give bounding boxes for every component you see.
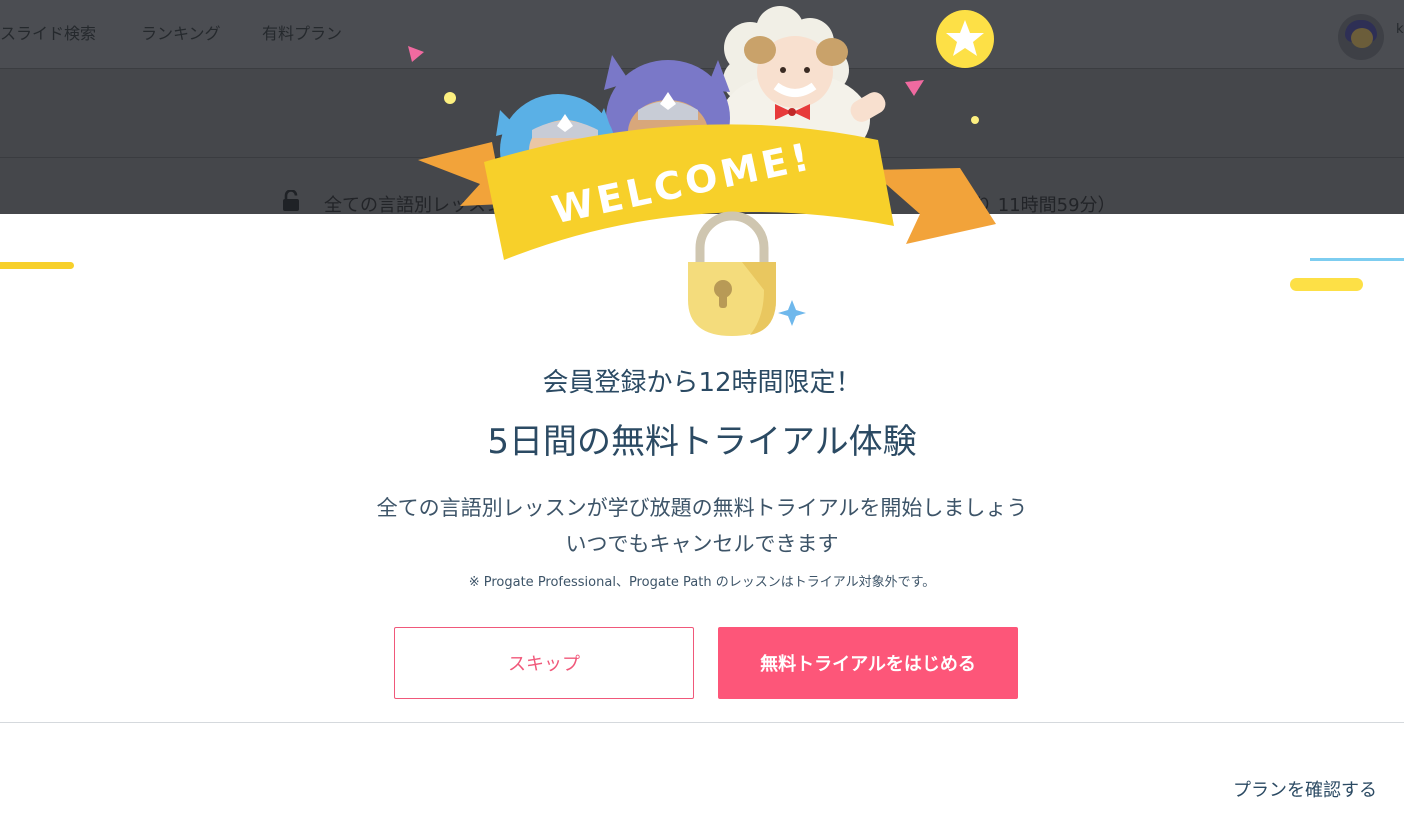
start-trial-button[interactable]: 無料トライアルをはじめる (718, 627, 1018, 699)
confetti-triangle (408, 46, 424, 62)
avatar-face (1351, 28, 1373, 48)
sparkle-icon (778, 300, 806, 326)
view-plans-link[interactable]: プランを確認する (1233, 776, 1377, 802)
nav-slide-search[interactable]: スライド検索 (0, 20, 96, 44)
padlock-icon (688, 211, 776, 336)
nav-ranking[interactable]: ランキング (141, 20, 221, 44)
confetti-triangle (905, 80, 924, 96)
user-avatar[interactable] (1338, 14, 1384, 60)
nav-edge-letter: k (1396, 22, 1404, 37)
modal-description: 全ての言語別レッスンが学び放題の無料トライアルを開始しましょう いつでもキャンセ… (0, 490, 1404, 562)
decor-stripe-right-blue (1310, 258, 1404, 261)
modal-note: ※ Progate Professional、Progate Path のレッス… (468, 575, 936, 590)
confetti-dot (971, 116, 979, 124)
modal-divider (0, 722, 1404, 723)
unlock-icon (283, 190, 299, 211)
decor-stripe-right-yellow (1290, 278, 1363, 291)
description-line-2: いつでもキャンセルできます (565, 532, 839, 556)
modal-title: 5日間の無料トライアル体験 (487, 422, 917, 462)
nav-paid-plan[interactable]: 有料プラン (262, 20, 342, 44)
description-line-1: 全ての言語別レッスンが学び放題の無料トライアルを開始しましょう (376, 496, 1028, 520)
star-icon (936, 10, 994, 68)
skip-button[interactable]: スキップ (394, 627, 694, 699)
welcome-illustration (408, 6, 996, 336)
confetti-dot (444, 92, 456, 104)
modal-subtitle: 会員登録から12時間限定！ (542, 368, 862, 398)
decor-stripe-left (0, 262, 74, 269)
